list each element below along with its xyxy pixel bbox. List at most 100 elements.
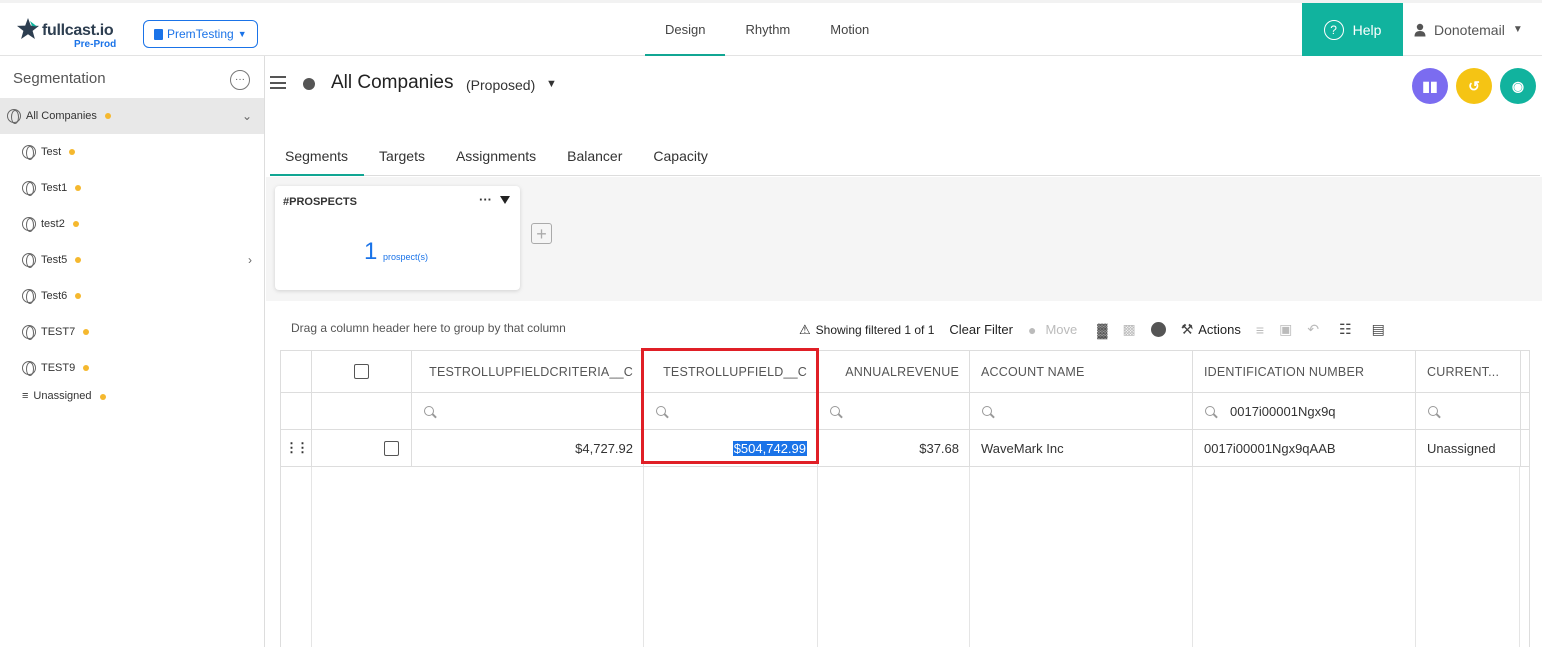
save-icon[interactable]: ▣ [1279, 321, 1292, 338]
sidebar-item-test2[interactable]: test2 [0, 206, 264, 242]
hierarchy-icon[interactable]: ▩ [1122, 321, 1135, 338]
cell-account-name[interactable]: WaveMark Inc [970, 430, 1193, 466]
help-button[interactable]: ? Help [1302, 3, 1403, 56]
sidebar-item-all-companies[interactable]: All Companies ⌄ [0, 98, 264, 134]
drag-handle-cell[interactable]: ⋮⋮ [281, 430, 312, 466]
tab-segments[interactable]: Segments [270, 136, 365, 176]
filter-lines-icon[interactable]: ≡ [1256, 322, 1264, 338]
segment-count-unit[interactable]: prospect(s) [383, 252, 428, 262]
user-menu[interactable]: Donotemail ▼ [1414, 3, 1523, 56]
sidebar-item-test7[interactable]: TEST7 [0, 314, 264, 350]
filter-spacer [281, 393, 312, 429]
logo[interactable]: fullcast.io Pre-Prod [16, 17, 126, 53]
search-icon [424, 406, 434, 416]
sidebar-item-test6[interactable]: Test6 [0, 278, 264, 314]
filter-value: 0017i00001Ngx9q [1230, 403, 1336, 419]
analytics-button[interactable]: ▮▮ [1412, 68, 1448, 104]
globe-icon [22, 145, 36, 160]
status-dot [75, 293, 82, 299]
comment-icon[interactable]: ● [1028, 322, 1036, 338]
column-header[interactable]: CURRENT... [1416, 351, 1521, 392]
eye-icon: ◉ [1511, 77, 1525, 94]
nav-rhythm[interactable]: Rhythm [725, 3, 810, 56]
tab-assignments[interactable]: Assignments [441, 136, 552, 176]
undo-icon[interactable]: ↶ [1307, 321, 1319, 338]
nav-design[interactable]: Design [645, 3, 726, 56]
actions-button[interactable]: Actions [1198, 322, 1241, 337]
globe-icon [22, 361, 36, 376]
tab-balancer[interactable]: Balancer [552, 136, 638, 176]
segment-card[interactable]: #PROSPECTS ··· 1 prospect(s) [275, 186, 520, 290]
main-header: All Companies (Proposed) ▼ ▮▮ ↺ ◉ Segmen… [266, 56, 1542, 176]
empty-grid-area [281, 467, 1529, 647]
circle-icon[interactable] [1150, 322, 1166, 337]
drag-handle-icon[interactable]: ⋮⋮ [285, 440, 309, 456]
search-icon [1205, 406, 1215, 416]
sidebar-item-unassigned[interactable]: ≡ Unassigned [0, 386, 264, 420]
chevron-right-icon[interactable]: › [248, 253, 252, 267]
cell-criteria[interactable]: $4,727.92 [412, 430, 644, 466]
sidebar-item-test1[interactable]: Test1 [0, 170, 264, 206]
row-select-cell [312, 430, 412, 466]
status-dot [75, 185, 82, 191]
column-header[interactable]: ANNUALREVENUE [818, 351, 970, 392]
status-dot [83, 329, 90, 335]
tab-targets[interactable]: Targets [364, 136, 441, 176]
help-label: Help [1352, 21, 1382, 38]
toolbar-actions: ⚠ Showing filtered 1 of 1 Clear Filter ●… [799, 321, 1385, 338]
column-header[interactable]: IDENTIFICATION NUMBER [1193, 351, 1416, 392]
workspace-dropdown[interactable]: PremTesting ▼ [143, 20, 258, 48]
clear-filter-button[interactable]: Clear Filter [949, 322, 1013, 337]
cell-annual-revenue[interactable]: $37.68 [818, 430, 970, 466]
sidebar-item-label: Unassigned [33, 390, 92, 402]
tab-capacity[interactable]: Capacity [638, 136, 723, 176]
history-button[interactable]: ↺ [1456, 68, 1492, 104]
column-filter-input[interactable] [1416, 393, 1521, 429]
chevron-down-icon[interactable]: ⌄ [242, 109, 252, 123]
row-checkbox[interactable] [384, 440, 399, 456]
preview-button[interactable]: ◉ [1500, 68, 1536, 104]
environment-label: Pre-Prod [74, 39, 117, 50]
sidebar-item-test[interactable]: Test [0, 134, 264, 170]
move-button[interactable]: Move [1045, 322, 1077, 337]
segment-count[interactable]: 1 [364, 238, 377, 266]
bank-icon[interactable]: ▓ [1097, 322, 1107, 338]
export-icon[interactable]: ☷ [1339, 321, 1352, 338]
tab-bar: Segments Targets Assignments Balancer Ca… [270, 136, 1540, 176]
select-all-checkbox[interactable] [354, 364, 369, 379]
add-segment-icon[interactable]: + [531, 223, 552, 244]
sidebar-item-test5[interactable]: Test5 › [0, 242, 264, 278]
column-filter-input[interactable]: 0017i00001Ngx9q [1193, 393, 1416, 429]
caret-down-icon[interactable]: ▼ [546, 78, 557, 90]
hamburger-icon[interactable] [270, 76, 286, 89]
logo-name: fullcast.io [42, 22, 114, 39]
filter-icon[interactable] [500, 196, 510, 204]
cell-identification-number[interactable]: 0017i00001Ngx9qAAB [1193, 430, 1416, 466]
warning-icon: ⚠ [799, 321, 811, 337]
column-filter-input[interactable] [818, 393, 970, 429]
sidebar-title: Segmentation [13, 70, 106, 87]
filter-status: Showing filtered 1 of 1 [815, 322, 935, 337]
more-options-icon[interactable]: ··· [479, 192, 492, 207]
table-row[interactable]: ⋮⋮ $4,727.92 $504,742.99 $37.68 WaveMark… [281, 430, 1529, 467]
column-header[interactable]: TESTROLLUPFIELDCRITERIA__C [412, 351, 644, 392]
column-filter-input[interactable] [412, 393, 644, 429]
chevron-down-icon: ▼ [237, 29, 247, 39]
cell-current[interactable]: Unassigned [1416, 430, 1521, 466]
column-filter-input[interactable] [970, 393, 1193, 429]
column-header[interactable]: ACCOUNT NAME [970, 351, 1193, 392]
sidebar-item-label: Test5 [41, 254, 68, 266]
group-by-hint[interactable]: Drag a column header here to group by th… [291, 321, 566, 335]
document-icon [154, 28, 163, 40]
globe-icon [22, 217, 36, 232]
column-chooser-icon[interactable]: ▤ [1372, 321, 1385, 338]
page-title: All Companies [331, 72, 454, 93]
nav-motion[interactable]: Motion [810, 3, 889, 56]
wrench-icon[interactable]: ⚒ [1181, 321, 1194, 338]
select-all-cell [312, 351, 412, 392]
scenario-selector[interactable]: (Proposed) [466, 77, 535, 93]
more-options-icon[interactable]: ··· [230, 70, 250, 90]
sidebar-item-label: Test1 [41, 182, 68, 194]
grid-toolbar: Drag a column header here to group by th… [266, 301, 1542, 351]
sidebar-item-test9[interactable]: TEST9 [0, 350, 264, 386]
